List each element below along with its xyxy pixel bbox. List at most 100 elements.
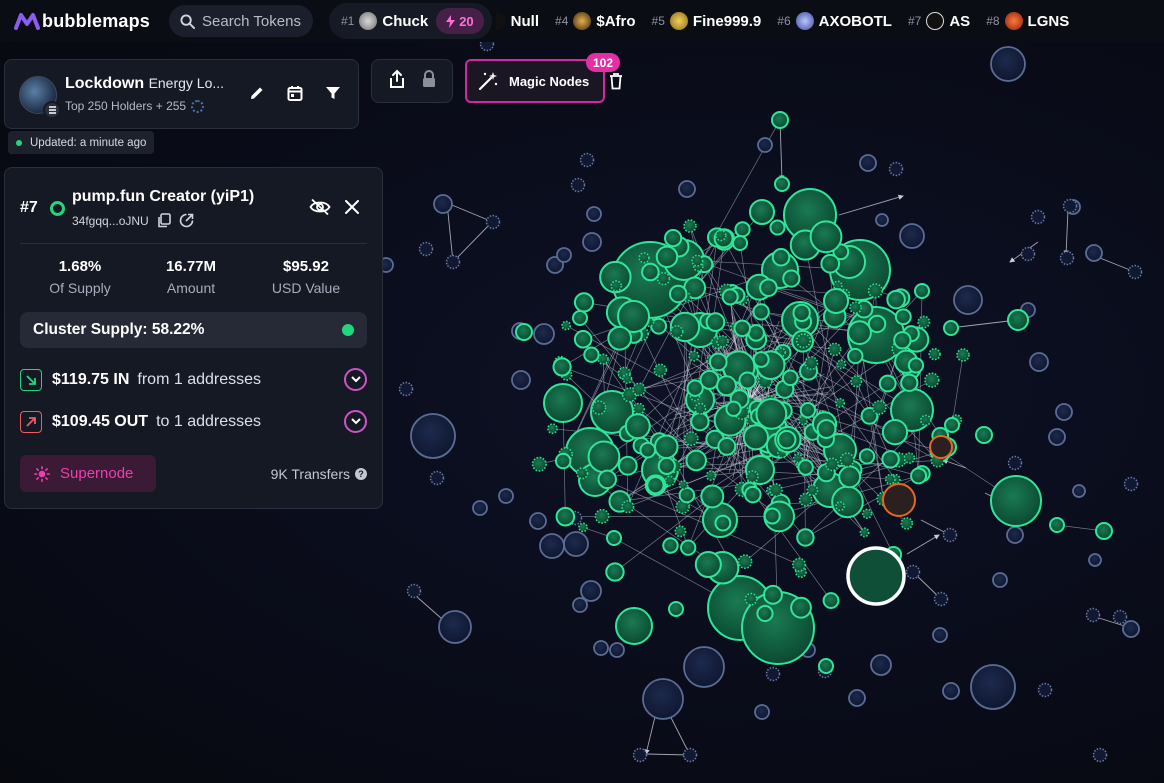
holder-node[interactable] [914,283,930,299]
small-holder-node[interactable] [888,161,904,177]
cluster-supply-bar[interactable]: Cluster Supply: 58.22% [20,312,367,348]
unconnected-holder-node[interactable] [472,500,488,516]
calendar-icon[interactable] [284,82,306,104]
unconnected-holder-node[interactable] [433,194,453,214]
holder-node[interactable] [685,449,707,472]
lock-icon[interactable] [421,69,437,94]
holder-node[interactable] [554,452,572,470]
holder-node[interactable] [594,508,610,524]
holder-node[interactable] [732,235,748,251]
unconnected-holder-node[interactable] [899,223,925,249]
holder-node[interactable] [907,357,925,374]
holder-node[interactable] [858,448,876,465]
magic-nodes-button[interactable]: Magic Nodes [465,59,605,103]
holder-node[interactable] [774,176,790,192]
holder-node[interactable] [920,414,932,426]
holder-node[interactable] [768,483,783,497]
holder-node[interactable] [884,473,896,485]
holder-node[interactable] [694,402,707,415]
holder-node[interactable] [831,485,864,519]
holder-node[interactable] [641,262,660,282]
small-holder-node[interactable] [1020,246,1036,262]
holder-node[interactable] [610,280,623,292]
holder-node[interactable] [733,319,752,338]
token-item-lgns[interactable]: #8 LGNS [986,12,1069,30]
selected-node[interactable] [846,546,906,606]
token-item-null[interactable]: Null [495,12,539,30]
holder-node[interactable] [632,382,646,397]
holder-node[interactable] [894,308,912,326]
holder-node[interactable] [1049,517,1065,533]
unconnected-holder-node[interactable] [870,654,892,676]
holder-node[interactable] [655,245,679,269]
holder-node[interactable] [664,475,676,487]
small-holder-node[interactable] [1127,264,1143,280]
holder-node[interactable] [795,333,811,349]
close-icon[interactable] [345,200,359,219]
holder-node[interactable] [878,374,897,393]
holder-node[interactable] [615,607,653,645]
unconnected-holder-node[interactable] [970,664,1016,710]
small-holder-node[interactable] [765,666,781,682]
holder-node[interactable] [708,352,728,372]
unconnected-holder-node[interactable] [582,232,602,252]
holder-node[interactable] [705,312,726,332]
small-holder-node[interactable] [570,177,586,193]
holder-node[interactable] [725,400,742,417]
holder-node[interactable] [867,283,884,299]
holder-node[interactable] [990,475,1042,527]
unconnected-holder-node[interactable] [1006,526,1024,544]
holder-node[interactable] [759,278,778,298]
holder-node[interactable] [861,508,873,519]
unconnected-holder-node[interactable] [498,488,514,504]
holder-node[interactable] [669,325,684,339]
holder-node[interactable] [744,592,758,606]
holder-node[interactable] [678,486,696,504]
holder-node[interactable] [835,397,846,408]
holder-node[interactable] [763,507,781,525]
small-holder-node[interactable] [485,214,501,230]
holder-node[interactable] [771,111,789,129]
small-holder-node[interactable] [1123,476,1139,492]
edit-icon[interactable] [246,82,268,104]
holder-node[interactable] [755,398,788,430]
holder-node[interactable] [587,440,621,474]
holder-node[interactable] [886,289,906,310]
transfers-out-row[interactable]: $109.45 OUT to 1 addresses [20,409,367,435]
small-holder-node[interactable] [632,747,648,763]
holder-node[interactable] [664,229,683,248]
token-item-as[interactable]: #7 AS [908,12,970,30]
holder-node[interactable] [924,372,940,388]
orange-node-small[interactable] [929,435,953,459]
unconnected-holder-node[interactable] [953,285,983,315]
holder-node[interactable] [900,373,919,392]
small-holder-node[interactable] [398,381,414,397]
holder-node[interactable] [624,413,651,440]
help-icon[interactable]: ? [355,468,367,480]
holder-node[interactable] [607,325,633,351]
search-tokens-input[interactable]: Search Tokens [169,5,313,37]
holder-node[interactable] [900,517,914,530]
holder-node[interactable] [944,417,960,433]
holder-node[interactable] [597,353,609,365]
small-holder-node[interactable] [682,747,698,763]
unconnected-holder-node[interactable] [572,597,588,613]
unconnected-holder-node[interactable] [859,154,877,172]
holder-node[interactable] [688,350,700,362]
unconnected-holder-node[interactable] [593,640,609,656]
holder-node[interactable] [792,453,804,464]
holder-node[interactable] [605,562,625,582]
holder-node[interactable] [792,303,811,323]
holder-node[interactable] [847,320,872,346]
holder-node[interactable] [827,342,842,357]
holder-node[interactable] [515,323,533,341]
unconnected-holder-node[interactable] [1029,352,1049,372]
holder-node[interactable] [835,501,845,511]
holder-node[interactable] [654,434,679,459]
holder-node[interactable] [583,346,600,363]
holder-node[interactable] [555,506,576,527]
holder-node[interactable] [893,331,912,350]
holder-node[interactable] [737,554,753,570]
holder-node[interactable] [738,371,757,390]
unconnected-holder-node[interactable] [875,213,889,227]
